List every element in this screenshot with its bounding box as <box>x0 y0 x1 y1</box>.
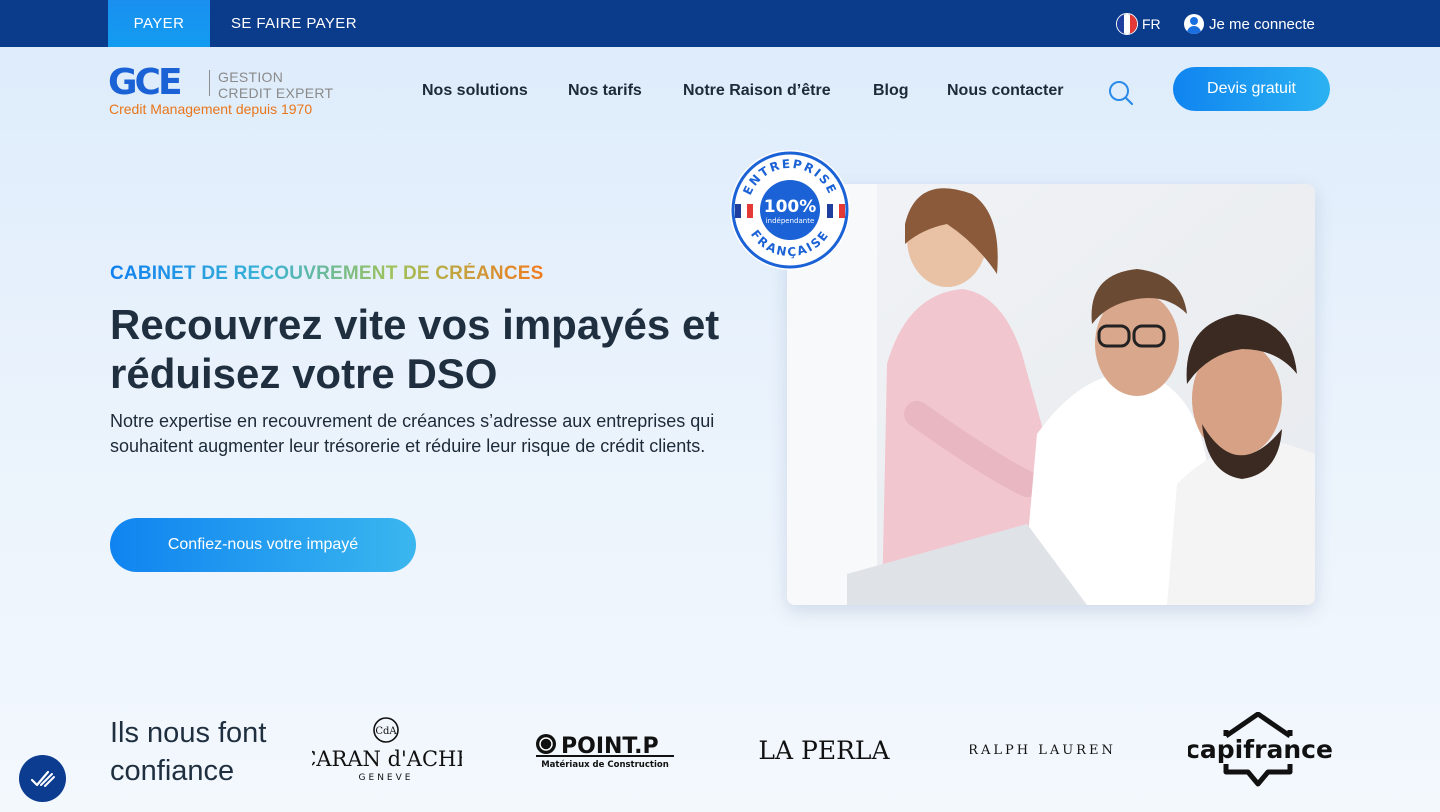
french-flag-icon <box>1116 13 1138 35</box>
language-label: FR <box>1142 16 1161 32</box>
capifrance-name: capifrance <box>1188 735 1333 764</box>
trust-title: Ils nous font confiance <box>110 717 267 787</box>
nav-raison-d-etre[interactable]: Notre Raison d’être <box>683 80 831 102</box>
badge-subtitle: indépendante <box>766 217 815 225</box>
tab-payer[interactable]: PAYER <box>108 0 210 47</box>
client-logo-caran-dache: CdA CARAN d'ACHE GENEVE <box>300 712 472 792</box>
login-label: Je me connecte <box>1209 15 1315 33</box>
point-p-sub: Matériaux de Construction <box>541 759 669 770</box>
hero-title: Recouvrez vite vos impayés et réduisez v… <box>110 301 720 397</box>
ralph-lauren-name: RALPH LAUREN <box>970 743 1115 758</box>
tab-se-faire-payer[interactable]: SE FAIRE PAYER <box>224 0 364 47</box>
logo-divider <box>209 70 210 96</box>
client-logo-la-perla: LA PERLA <box>752 712 897 792</box>
hero-description: Notre expertise en recouvrement de créan… <box>110 411 715 456</box>
french-flag-left-icon <box>735 204 753 218</box>
french-flag-right-icon <box>827 204 845 218</box>
logo-mark: GCE <box>108 62 183 103</box>
caran-dache-name: CARAN d'ACHE <box>312 747 462 771</box>
free-quote-button[interactable]: Devis gratuit <box>1173 67 1330 111</box>
client-logo-ralph-lauren: RALPH LAUREN <box>968 712 1115 792</box>
top-bar: PAYER SE FAIRE PAYER FR Je me connecte <box>0 0 1440 47</box>
user-icon <box>1184 14 1204 34</box>
badge-percent: 100% <box>764 197 817 217</box>
caran-dache-sub: GENEVE <box>359 773 414 783</box>
language-selector[interactable]: FR <box>1116 13 1161 35</box>
la-perla-name: LA PERLA <box>758 736 890 765</box>
gce-logo[interactable]: GCE GESTION CREDIT EXPERT Credit Managem… <box>108 64 338 120</box>
submit-debt-button[interactable]: Confiez-nous votre impayé <box>110 518 416 572</box>
nav-nos-solutions[interactable]: Nos solutions <box>422 80 528 102</box>
accessibility-button[interactable] <box>19 755 66 802</box>
logo-line-gestion: GESTION <box>218 69 284 85</box>
caran-dache-mark: CdA <box>375 726 397 737</box>
nav-nous-contacter[interactable]: Nous contacter <box>947 80 1063 102</box>
login-link[interactable]: Je me connecte <box>1184 13 1315 35</box>
logo-line-credit-expert: CREDIT EXPERT <box>218 85 334 101</box>
client-logo-capifrance: capifrance <box>1185 711 1333 792</box>
accessibility-icon <box>30 770 55 787</box>
nav-nos-tarifs[interactable]: Nos tarifs <box>568 80 642 102</box>
hero-photo <box>787 184 1315 605</box>
search-icon[interactable] <box>1108 80 1134 106</box>
hero-eyebrow: CABINET DE RECOUVREMENT DE CRÉANCES <box>110 263 544 284</box>
independent-company-badge: ENTREPRISE FRANÇAISE 100% indépendante <box>729 149 851 271</box>
client-logo-point-p: POINT.P Matériaux de Construction <box>533 712 678 792</box>
nav-blog[interactable]: Blog <box>873 80 909 102</box>
logo-tagline: Credit Management depuis 1970 <box>109 101 313 117</box>
